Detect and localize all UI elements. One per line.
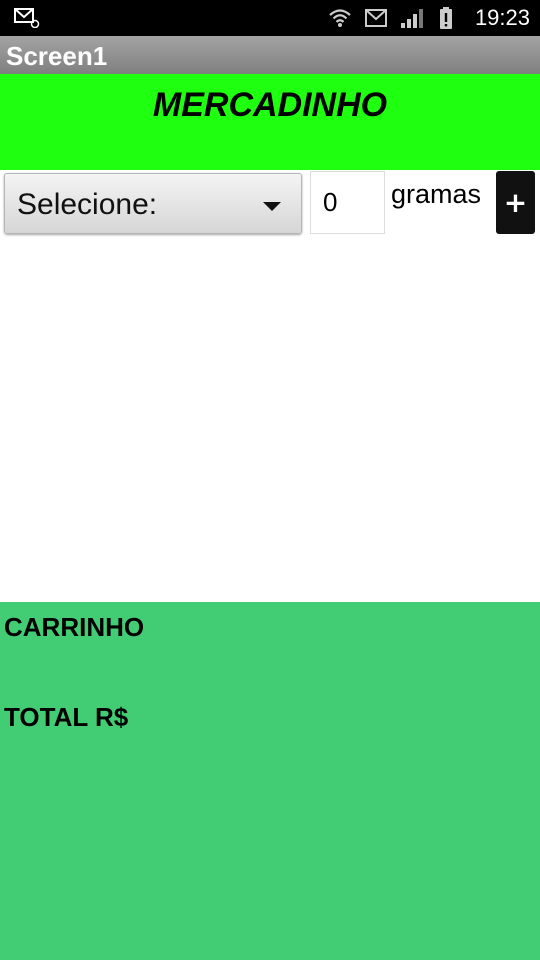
page-title: MERCADINHO <box>152 86 388 124</box>
status-bar: 19:23 <box>0 0 540 36</box>
chevron-down-icon <box>263 202 281 211</box>
status-time: 19:23 <box>474 5 530 30</box>
cart-label: CARRINHO <box>4 612 145 642</box>
product-spinner[interactable]: Selecione: <box>4 173 302 234</box>
app-title-bar: Screen1 <box>0 36 540 74</box>
app-title: Screen1 <box>6 41 108 71</box>
wifi-icon <box>329 9 351 27</box>
battery-alert-icon <box>439 7 452 29</box>
total-label: TOTAL R$ <box>4 702 129 732</box>
mail-icon <box>364 9 387 27</box>
cart-panel: CARRINHO TOTAL R$ <box>0 602 540 960</box>
add-button[interactable]: + <box>496 171 535 234</box>
mail-notification-icon <box>14 8 40 28</box>
signal-icon <box>400 9 423 28</box>
header-banner: MERCADINHO <box>0 74 540 170</box>
unit-label: gramas <box>391 179 482 209</box>
quantity-input[interactable] <box>310 171 385 234</box>
spinner-selected-label: Selecione: <box>17 188 158 221</box>
